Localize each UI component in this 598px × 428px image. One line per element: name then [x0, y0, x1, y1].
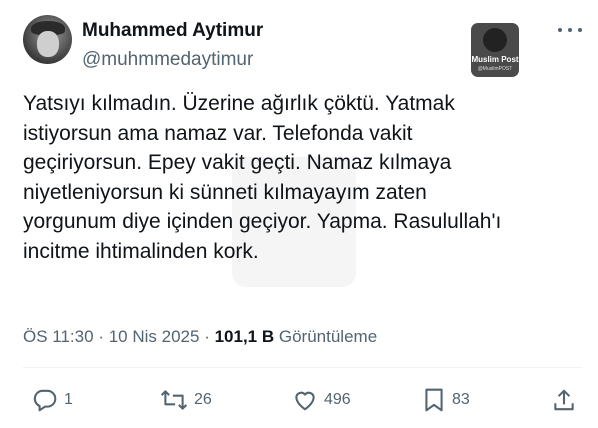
tweet-line: Yatsıyı kılmadın. Üzerine ağırlık çöktü.… [23, 92, 455, 115]
views-count: 101,1 B [214, 327, 275, 346]
watermark-logo: Muslim Post @MuslimPOST [471, 23, 519, 77]
reply-count: 1 [64, 391, 73, 408]
share-button[interactable] [552, 386, 576, 414]
meta-separator: · [204, 327, 210, 346]
tweet-line: yorgunum diye içinden geçiyor. Yapma. Ra… [23, 210, 502, 234]
tweet-meta: ÖS 11:30 · 10 Nis 2025 · 101,1 B Görüntü… [23, 327, 377, 347]
tweet-line: geçiriyorsun. Epey vakit geçti. Namaz kı… [23, 151, 452, 175]
tweet-line: incitme ihtimalinden kork. [23, 239, 259, 263]
more-icon-dot [578, 28, 582, 32]
like-button[interactable]: 496 [292, 386, 351, 414]
more-options-button[interactable] [555, 20, 585, 40]
author-handle[interactable]: @muhmmedaytimur [82, 49, 253, 71]
author-name[interactable]: Muhammed Aytimur [82, 20, 263, 42]
more-icon [558, 28, 562, 32]
views-label: Görüntüleme [278, 327, 378, 346]
tweet-date[interactable]: 10 Nis 2025 [109, 327, 200, 346]
avatar-face [37, 31, 59, 57]
reply-icon [33, 389, 57, 412]
like-count: 496 [324, 391, 351, 408]
watermark-emblem [483, 28, 507, 52]
retweet-count: 26 [194, 391, 212, 408]
bookmark-button[interactable]: 83 [422, 386, 470, 414]
tweet-line: niyetleniyorsun ki sünneti kılmayayım za… [23, 180, 427, 204]
tweet-time[interactable]: ÖS 11:30 [23, 327, 94, 346]
retweet-button[interactable]: 26 [160, 386, 212, 414]
watermark-title: Muslim Post [471, 55, 519, 64]
like-icon [295, 391, 315, 411]
reply-button[interactable]: 1 [32, 386, 73, 414]
avatar[interactable] [23, 15, 72, 64]
divider [23, 367, 582, 368]
tweet-line: istiyorsun ama namaz var. Telefonda vaki… [23, 121, 413, 145]
more-icon-dot [568, 28, 572, 32]
watermark-subtitle: @MuslimPOST [477, 66, 513, 72]
share-icon [554, 389, 574, 411]
bookmark-count: 83 [452, 391, 470, 408]
tweet-text: Yatsıyı kılmadın. Üzerine ağırlık çöktü.… [23, 89, 578, 267]
retweet-icon [160, 390, 188, 410]
bookmark-icon [425, 388, 443, 412]
meta-separator: · [98, 327, 104, 346]
